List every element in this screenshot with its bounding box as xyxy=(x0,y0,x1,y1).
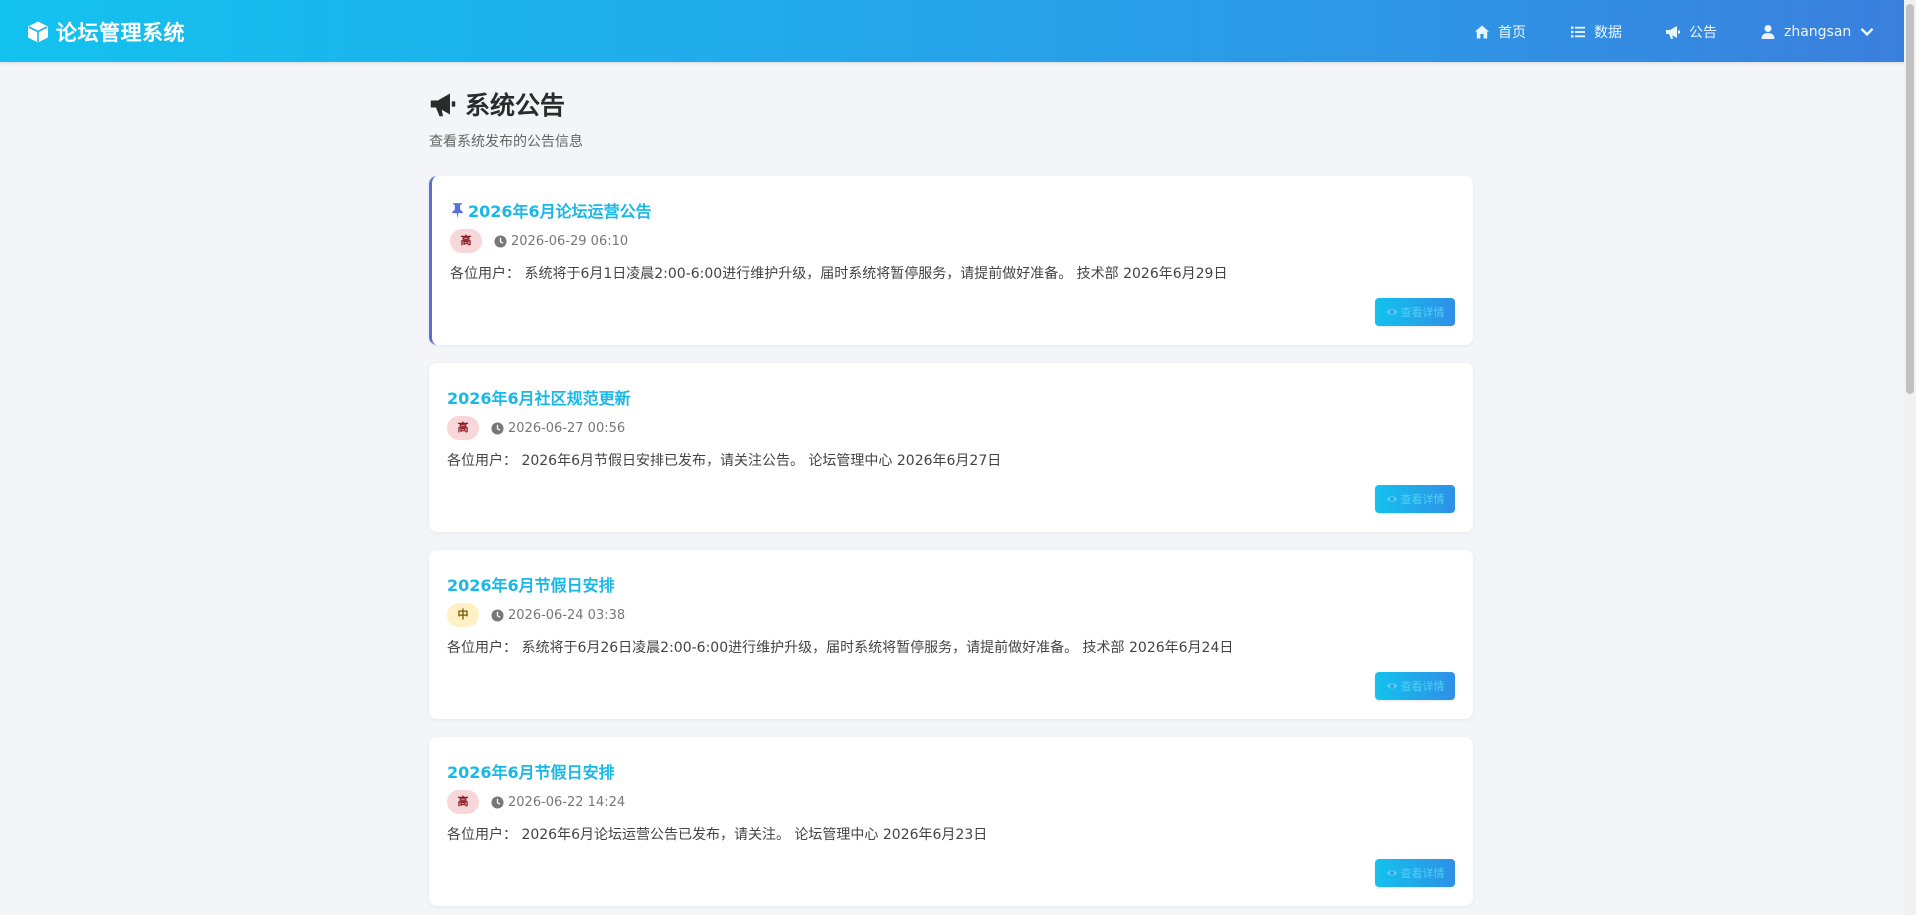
announcement-time-text: 2026-06-24 03:38 xyxy=(508,607,626,623)
priority-badge: 中 xyxy=(447,603,479,627)
nav-notice-label: 公告 xyxy=(1689,25,1717,41)
announcement-time: 2026-06-27 00:56 xyxy=(491,421,625,436)
clock-icon xyxy=(491,795,504,809)
eye-icon xyxy=(1386,870,1397,876)
announcement-meta: 中 2026-06-24 03:38 xyxy=(447,603,625,627)
announcement-card: 2026年6月论坛运营公告 高 2026-06-29 06:10 各位用户： 系… xyxy=(429,176,1473,345)
announcement-time: 2026-06-29 06:10 xyxy=(494,234,628,249)
nav-home-link[interactable]: 首页 xyxy=(1474,21,1526,43)
announcement-card: 2026年6月节假日安排 高 2026-06-22 14:24 各位用户： 20… xyxy=(429,737,1473,906)
announcement-content: 各位用户： 系统将于6月26日凌晨2:00-6:00进行维护升级，届时系统将暂停… xyxy=(447,640,1234,656)
list-icon xyxy=(1571,26,1585,38)
home-icon xyxy=(1475,25,1489,39)
view-details-label: 查看详情 xyxy=(1400,306,1445,319)
announcement-title-text: 2026年6月论坛运营公告 xyxy=(468,202,652,221)
top-navbar: 论坛管理系统 首页 数据 公告 zhangsan xyxy=(0,0,1904,62)
clock-icon xyxy=(491,421,504,435)
announcement-content: 各位用户： 2026年6月论坛运营公告已发布，请关注。 论坛管理中心 2026年… xyxy=(447,827,988,843)
user-menu-dropdown[interactable]: zhangsan xyxy=(1760,21,1883,43)
nav-links: 首页 数据 公告 zhangsan xyxy=(0,21,1904,43)
eye-icon xyxy=(1386,683,1397,689)
megaphone-icon xyxy=(1666,26,1680,39)
announcement-card: 2026年6月社区规范更新 高 2026-06-27 00:56 各位用户： 2… xyxy=(429,363,1473,532)
view-details-button[interactable]: 查看详情 xyxy=(1375,672,1455,700)
clock-icon xyxy=(494,234,507,248)
page-title-text: 系统公告 xyxy=(465,91,566,120)
announcement-meta: 高 2026-06-29 06:10 xyxy=(450,229,628,253)
announcement-title-text: 2026年6月社区规范更新 xyxy=(447,389,631,408)
announcement-time: 2026-06-22 14:24 xyxy=(491,795,625,810)
page-header: 系统公告 查看系统发布的公告信息 xyxy=(429,86,583,150)
nav-home-label: 首页 xyxy=(1498,25,1526,41)
announcement-card: 2026年6月节假日安排 中 2026-06-24 03:38 各位用户： 系统… xyxy=(429,550,1473,719)
megaphone-icon xyxy=(430,93,456,117)
announcement-title-text: 2026年6月节假日安排 xyxy=(447,763,615,782)
announcement-time: 2026-06-24 03:38 xyxy=(491,608,625,623)
announcement-time-text: 2026-06-27 00:56 xyxy=(508,420,626,436)
announcement-title[interactable]: 2026年6月节假日安排 xyxy=(447,759,615,783)
nav-data-label: 数据 xyxy=(1594,25,1622,41)
pin-icon xyxy=(452,202,463,218)
view-details-label: 查看详情 xyxy=(1400,680,1445,693)
view-details-button[interactable]: 查看详情 xyxy=(1375,485,1455,513)
nav-notice-link[interactable]: 公告 xyxy=(1665,21,1717,43)
nav-data-link[interactable]: 数据 xyxy=(1570,21,1622,43)
announcement-time-text: 2026-06-22 14:24 xyxy=(508,794,626,810)
clock-icon xyxy=(491,608,504,622)
scrollbar-thumb[interactable] xyxy=(1906,4,1914,394)
view-details-button[interactable]: 查看详情 xyxy=(1375,298,1455,326)
announcement-meta: 高 2026-06-22 14:24 xyxy=(447,790,625,814)
eye-icon xyxy=(1386,309,1397,315)
view-details-label: 查看详情 xyxy=(1400,867,1445,880)
chevron-down-icon xyxy=(1860,27,1874,37)
announcement-meta: 高 2026-06-27 00:56 xyxy=(447,416,625,440)
view-details-button[interactable]: 查看详情 xyxy=(1375,859,1455,887)
priority-badge: 高 xyxy=(447,416,479,440)
announcement-title[interactable]: 2026年6月社区规范更新 xyxy=(447,385,631,409)
page-title: 系统公告 xyxy=(429,86,565,122)
view-details-label: 查看详情 xyxy=(1400,493,1445,506)
page-subtitle: 查看系统发布的公告信息 xyxy=(429,134,583,150)
announcement-title[interactable]: 2026年6月节假日安排 xyxy=(447,572,615,596)
priority-badge: 高 xyxy=(450,229,482,253)
announcement-content: 各位用户： 系统将于6月1日凌晨2:00-6:00进行维护升级，届时系统将暂停服… xyxy=(450,266,1228,282)
user-icon xyxy=(1761,25,1775,39)
vertical-scrollbar[interactable] xyxy=(1904,0,1916,915)
announcement-title[interactable]: 2026年6月论坛运营公告 xyxy=(450,198,652,222)
username-label: zhangsan xyxy=(1784,24,1852,40)
eye-icon xyxy=(1386,496,1397,502)
priority-badge: 高 xyxy=(447,790,479,814)
announcement-title-text: 2026年6月节假日安排 xyxy=(447,576,615,595)
announcement-time-text: 2026-06-29 06:10 xyxy=(511,233,629,249)
announcement-content: 各位用户： 2026年6月节假日安排已发布，请关注公告。 论坛管理中心 2026… xyxy=(447,453,1002,469)
